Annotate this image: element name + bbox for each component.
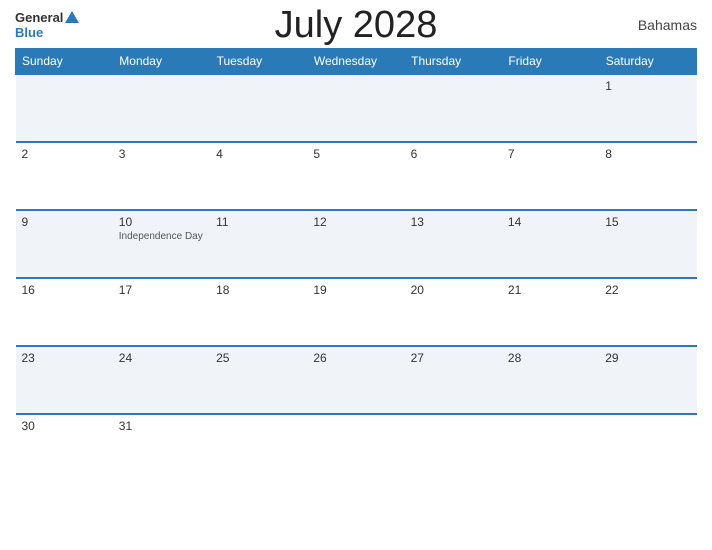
calendar-cell: 19 xyxy=(307,278,404,346)
calendar-cell xyxy=(405,414,502,482)
calendar-title: July 2028 xyxy=(275,4,438,47)
calendar-cell: 3 xyxy=(113,142,210,210)
calendar-cell xyxy=(502,74,599,142)
calendar-cell: 21 xyxy=(502,278,599,346)
calendar-cell: 5 xyxy=(307,142,404,210)
calendar-cell xyxy=(307,414,404,482)
day-number: 6 xyxy=(411,147,496,161)
weekday-header-tuesday: Tuesday xyxy=(210,49,307,75)
calendar-cell: 6 xyxy=(405,142,502,210)
calendar-cell xyxy=(16,74,113,142)
calendar-cell: 29 xyxy=(599,346,696,414)
day-number: 13 xyxy=(411,215,496,229)
calendar-cell: 9 xyxy=(16,210,113,278)
day-number: 16 xyxy=(22,283,107,297)
logo-blue-text: Blue xyxy=(15,25,43,40)
day-number: 23 xyxy=(22,351,107,365)
day-number: 9 xyxy=(22,215,107,229)
calendar-cell: 15 xyxy=(599,210,696,278)
day-number: 27 xyxy=(411,351,496,365)
week-row-2: 2345678 xyxy=(16,142,697,210)
day-number: 8 xyxy=(605,147,690,161)
day-number: 15 xyxy=(605,215,690,229)
weekday-header-row: SundayMondayTuesdayWednesdayThursdayFrid… xyxy=(16,49,697,75)
day-number: 22 xyxy=(605,283,690,297)
day-number: 21 xyxy=(508,283,593,297)
calendar-cell xyxy=(210,74,307,142)
weekday-header-wednesday: Wednesday xyxy=(307,49,404,75)
week-row-1: 1 xyxy=(16,74,697,142)
day-number: 5 xyxy=(313,147,398,161)
calendar-cell: 4 xyxy=(210,142,307,210)
calendar-cell: 25 xyxy=(210,346,307,414)
day-number: 14 xyxy=(508,215,593,229)
day-number: 25 xyxy=(216,351,301,365)
calendar-cell: 26 xyxy=(307,346,404,414)
calendar-cell: 28 xyxy=(502,346,599,414)
calendar-header: General Blue July 2028 Bahamas xyxy=(15,10,697,40)
calendar-cell: 2 xyxy=(16,142,113,210)
day-number: 19 xyxy=(313,283,398,297)
calendar-cell: 30 xyxy=(16,414,113,482)
calendar-cell: 22 xyxy=(599,278,696,346)
logo: General Blue xyxy=(15,10,79,40)
calendar-cell: 7 xyxy=(502,142,599,210)
day-number: 30 xyxy=(22,419,107,433)
holiday-label: Independence Day xyxy=(119,231,204,242)
day-number: 3 xyxy=(119,147,204,161)
day-number: 18 xyxy=(216,283,301,297)
day-number: 11 xyxy=(216,215,301,229)
day-number: 10 xyxy=(119,215,204,229)
day-number: 20 xyxy=(411,283,496,297)
day-number: 24 xyxy=(119,351,204,365)
calendar-cell: 12 xyxy=(307,210,404,278)
calendar-cell: 17 xyxy=(113,278,210,346)
weekday-header-saturday: Saturday xyxy=(599,49,696,75)
calendar-cell: 24 xyxy=(113,346,210,414)
day-number: 29 xyxy=(605,351,690,365)
calendar-cell xyxy=(307,74,404,142)
calendar-cell: 18 xyxy=(210,278,307,346)
country-label: Bahamas xyxy=(638,17,697,33)
calendar-cell: 23 xyxy=(16,346,113,414)
week-row-6: 30 31 xyxy=(16,414,697,482)
weekday-header-friday: Friday xyxy=(502,49,599,75)
day-number: 7 xyxy=(508,147,593,161)
week-row-5: 23 24 25 26 27 28 29 xyxy=(16,346,697,414)
calendar-cell xyxy=(113,74,210,142)
day-number: 28 xyxy=(508,351,593,365)
calendar-cell: 14 xyxy=(502,210,599,278)
calendar-cell: 8 xyxy=(599,142,696,210)
day-number: 2 xyxy=(22,147,107,161)
calendar-container: General Blue July 2028 Bahamas SundayMon… xyxy=(0,0,712,550)
week-row-3: 9 10 Independence Day 11 12 13 14 15 xyxy=(16,210,697,278)
calendar-cell: 1 xyxy=(599,74,696,142)
weekday-header-monday: Monday xyxy=(113,49,210,75)
weekday-header-sunday: Sunday xyxy=(16,49,113,75)
calendar-cell: 13 xyxy=(405,210,502,278)
day-number: 26 xyxy=(313,351,398,365)
week-row-4: 16 17 18 19 20 21 22 xyxy=(16,278,697,346)
calendar-cell xyxy=(210,414,307,482)
calendar-grid: SundayMondayTuesdayWednesdayThursdayFrid… xyxy=(15,48,697,482)
calendar-cell xyxy=(502,414,599,482)
day-number: 31 xyxy=(119,419,204,433)
day-number: 12 xyxy=(313,215,398,229)
day-number: 17 xyxy=(119,283,204,297)
calendar-cell: 10 Independence Day xyxy=(113,210,210,278)
calendar-cell xyxy=(405,74,502,142)
calendar-cell: 11 xyxy=(210,210,307,278)
day-number: 4 xyxy=(216,147,301,161)
calendar-cell: 31 xyxy=(113,414,210,482)
calendar-cell: 16 xyxy=(16,278,113,346)
calendar-cell: 27 xyxy=(405,346,502,414)
calendar-cell: 20 xyxy=(405,278,502,346)
calendar-cell xyxy=(599,414,696,482)
logo-general-text: General xyxy=(15,10,63,25)
logo-triangle-icon xyxy=(65,11,79,23)
day-number: 1 xyxy=(605,79,690,93)
weekday-header-thursday: Thursday xyxy=(405,49,502,75)
